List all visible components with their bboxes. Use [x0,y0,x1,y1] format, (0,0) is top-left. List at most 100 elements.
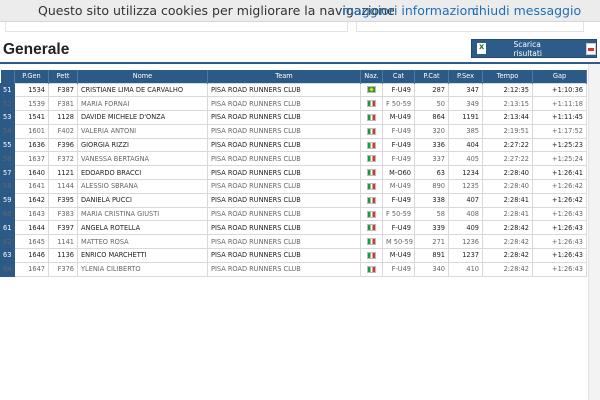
header-pgen[interactable]: P.Gen [14,70,49,83]
pett-cell: 1141 [48,234,78,250]
header-psex[interactable]: P.Sex [448,70,483,83]
table-row[interactable]: 62 1645 1141 MATTEO ROSA PISA ROAD RUNNERS C… [0,234,587,250]
pgen-cell: 1646 [14,248,49,263]
name-cell: DAVIDE MICHELE D'ONZA [77,110,208,125]
gap-cell: +1:26:43 [532,234,587,250]
table-row[interactable]: 61 1644 F397 ANGELA ROTELLA PISA ROAD RUNNER… [0,220,587,236]
nationality-cell [360,261,383,277]
table-row[interactable]: 60 1643 F383 MARIA CRISTINA GIUSTI PISA ROAD… [0,206,587,222]
team-cell: PISA ROAD RUNNERS CLUB [207,179,361,194]
category-cell: M-O60 [382,165,415,181]
category-cell: M-U49 [382,248,415,263]
row-index: 62 [0,234,15,250]
gap-cell: +1:25:23 [532,137,587,153]
category-cell: F-U49 [382,192,415,208]
category-cell: F-U49 [382,137,415,153]
pett-cell: F376 [48,261,78,277]
scrollbar[interactable] [588,64,600,400]
italy-flag-icon [367,265,376,273]
table-row[interactable]: 63 1646 1136 ENRICO MARCHETTI PISA ROAD RUNN… [0,248,587,263]
nationality-cell [360,192,383,208]
time-cell: 2:13:15 [482,96,533,112]
download-results-button[interactable]: Scarica risultati [471,39,597,58]
time-cell: 2:13:44 [482,110,533,125]
header-team[interactable]: Team [207,70,361,83]
category-cell: M 50-59 [382,234,415,250]
pcat-cell: 336 [414,137,449,153]
italy-flag-icon [367,155,376,163]
team-cell: PISA ROAD RUNNERS CLUB [207,123,361,139]
italy-flag-icon [367,251,376,259]
nationality-cell [360,137,383,153]
header-pett[interactable]: Pett [48,70,78,83]
table-row[interactable]: 54 1601 F402 VALERIA ANTONI PISA ROAD RUNNER… [0,123,587,139]
nationality-cell [360,123,383,139]
name-cell: EDOARDO BRACCI [77,165,208,181]
nationality-cell [360,165,383,181]
header-nome[interactable]: Nome [77,70,208,83]
cookie-more-info-link[interactable]: maggiori informazioni [342,0,479,22]
italy-flag-icon [367,224,376,232]
time-cell: 2:28:41 [482,192,533,208]
italy-flag-icon [367,141,376,149]
nationality-cell [360,96,383,112]
name-cell: GIORGIA RIZZI [77,137,208,153]
nationality-cell [360,248,383,263]
results-table-body: 51 1534 F387 CRISTIANE LIMA DE CARVALHO PISA… [0,82,587,277]
table-row[interactable]: 55 1636 F396 GIORGIA RIZZI PISA ROAD RUNNERS… [0,137,587,153]
row-index: 59 [0,192,15,208]
table-row[interactable]: 58 1641 1144 ALESSIO SBRANA PISA ROAD RUNNER… [0,179,587,194]
row-index: 60 [0,206,15,222]
time-cell: 2:28:42 [482,261,533,277]
italy-flag-icon [367,113,376,121]
header-naz[interactable]: Naz. [360,70,383,83]
time-cell: 2:12:35 [482,82,533,98]
team-cell: PISA ROAD RUNNERS CLUB [207,234,361,250]
header-pcat[interactable]: P.Cat [414,70,449,83]
header-gap[interactable]: Gap [532,70,587,83]
row-index: 51 [0,82,15,98]
header-cat[interactable]: Cat [382,70,415,83]
gap-cell: +1:26:42 [532,192,587,208]
team-cell: PISA ROAD RUNNERS CLUB [207,151,361,167]
gap-cell: +1:26:43 [532,261,587,277]
header-tempo[interactable]: Tempo [482,70,533,83]
italy-flag-icon [367,182,376,190]
name-cell: ANGELA ROTELLA [77,220,208,236]
pett-cell: 1121 [48,165,78,181]
table-row[interactable]: 59 1642 F395 DANIELA PUCCI PISA ROAD RUNNERS… [0,192,587,208]
table-row[interactable]: 52 1539 F381 MARIA FORNAI PISA ROAD RUNNERS … [0,96,587,112]
pcat-cell: 287 [414,82,449,98]
table-row[interactable]: 64 1647 F376 YLENIA CILIBERTO PISA ROAD RUNN… [0,261,587,277]
category-cell: M-U49 [382,110,415,125]
table-row[interactable]: 53 1541 1128 DAVIDE MICHELE D'ONZA PISA ROAD… [0,110,587,125]
results-table: P.Gen Pett Nome Team Naz. Cat P.Cat P.Se… [0,70,587,277]
team-cell: PISA ROAD RUNNERS CLUB [207,110,361,125]
table-row[interactable]: 57 1640 1121 EDOARDO BRACCI PISA ROAD RUNNER… [0,165,587,181]
time-cell: 2:28:40 [482,165,533,181]
italy-flag-icon [367,196,376,204]
pdf-icon[interactable] [586,42,596,55]
nationality-cell [360,110,383,125]
cookie-close-link[interactable]: chiudi messaggio [472,0,581,22]
table-row[interactable]: 51 1534 F387 CRISTIANE LIMA DE CARVALHO PISA… [0,82,587,98]
category-cell: F-U49 [382,220,415,236]
row-index: 58 [0,179,15,194]
gap-cell: +1:26:41 [532,165,587,181]
psex-cell: 1236 [448,234,483,250]
team-cell: PISA ROAD RUNNERS CLUB [207,82,361,98]
row-index: 54 [0,123,15,139]
brazil-flag-icon [367,86,376,94]
gap-cell: +1:26:43 [532,206,587,222]
pgen-cell: 1534 [14,82,49,98]
pett-cell: F372 [48,151,78,167]
pett-cell: 1144 [48,179,78,194]
pgen-cell: 1637 [14,151,49,167]
table-row[interactable]: 56 1637 F372 VANESSA BERTAGNA PISA ROAD RUNN… [0,151,587,167]
row-index: 55 [0,137,15,153]
psex-cell: 1237 [448,248,483,263]
row-index: 56 [0,151,15,167]
pcat-cell: 50 [414,96,449,112]
italy-flag-icon [367,210,376,218]
gap-cell: +1:25:24 [532,151,587,167]
